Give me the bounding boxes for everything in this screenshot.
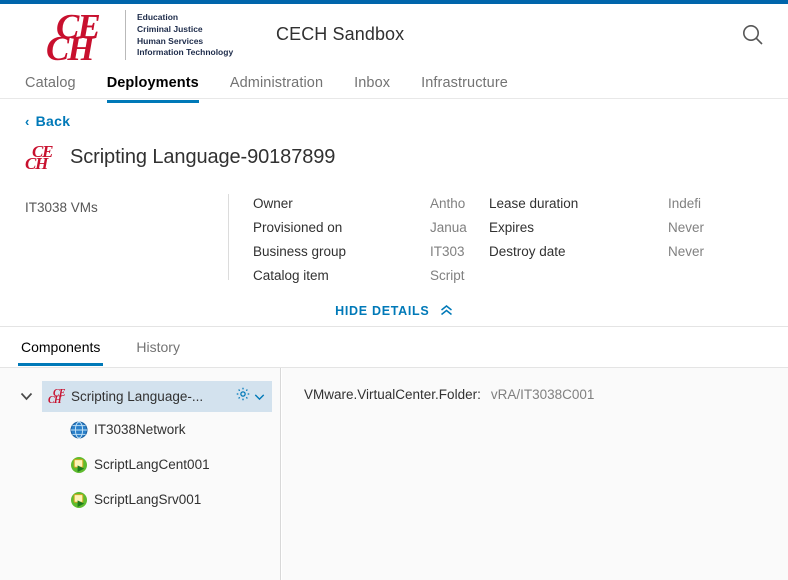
detail-label-owner: Owner xyxy=(253,196,293,211)
nav-tab-infrastructure[interactable]: Infrastructure xyxy=(421,75,508,103)
tree-node-root[interactable]: CE CH Scripting Language-... xyxy=(42,381,272,412)
details-labels-column-2: Lease duration Expires Destroy date xyxy=(489,192,667,264)
nav-tab-administration[interactable]: Administration xyxy=(230,75,323,103)
app-header: CE CH Education Criminal Justice Human S… xyxy=(0,4,788,103)
main-navigation: Catalog Deployments Administration Inbox… xyxy=(0,66,539,103)
hide-details-label: HIDE DETAILS xyxy=(335,304,430,318)
detail-value-lease-duration: Indefi xyxy=(668,196,702,211)
component-properties-pane: VMware.VirtualCenter.Folder: vRA/IT3038C… xyxy=(282,368,788,580)
components-tree: CE CH Scripting Language-... IT3038Netwo… xyxy=(0,368,280,517)
details-values-column-2: Indefi Never Never xyxy=(668,192,704,264)
application-window: CE CH Education Criminal Justice Human S… xyxy=(0,0,788,580)
back-label: Back xyxy=(35,113,71,129)
detail-label-catalog-item: Catalog item xyxy=(253,268,329,283)
title-logo-text-ch: CH xyxy=(25,154,48,173)
brand-line-4: Information Technology xyxy=(137,47,234,58)
tree-node-vm-2-label: ScriptLangSrv001 xyxy=(94,492,202,507)
search-icon xyxy=(743,25,763,45)
search-button[interactable] xyxy=(735,17,771,53)
property-value-vcenter-folder: vRA/IT3038C001 xyxy=(490,387,595,402)
detail-value-destroy-date: Never xyxy=(668,244,704,259)
details-vertical-divider xyxy=(228,194,229,280)
brand-taglines: Education Criminal Justice Human Service… xyxy=(137,11,233,58)
brand-block: CE CH Education Criminal Justice Human S… xyxy=(45,5,233,68)
tree-node-vm-1-label: ScriptLangCent001 xyxy=(94,457,210,472)
business-group-name: IT3038 VMs xyxy=(25,200,98,215)
tree-node-network-label: IT3038Network xyxy=(94,422,186,437)
detail-label-provisioned-on: Provisioned on xyxy=(253,220,343,235)
virtual-machine-icon xyxy=(70,491,88,509)
tree-node-actions xyxy=(235,386,272,407)
detail-value-catalog-item: Script xyxy=(430,268,465,283)
logo-text-ch: CH xyxy=(46,29,95,68)
detail-label-business-group: Business group xyxy=(253,244,347,259)
components-tree-pane: CE CH Scripting Language-... IT3038Netwo… xyxy=(0,368,281,580)
gear-icon[interactable] xyxy=(235,386,251,407)
detail-label-expires: Expires xyxy=(489,220,535,235)
brand-line-1: Education xyxy=(137,12,179,23)
page-title-logo: CE CH xyxy=(25,143,63,172)
brand-line-3: Human Services xyxy=(137,35,204,46)
tree-node-vm-2[interactable]: ScriptLangSrv001 xyxy=(0,482,280,517)
nav-tab-inbox[interactable]: Inbox xyxy=(354,75,390,103)
detail-value-expires: Never xyxy=(668,220,704,235)
tree-node-root-label: Scripting Language-... xyxy=(71,389,204,404)
nav-tab-catalog[interactable]: Catalog xyxy=(25,75,76,103)
detail-label-destroy-date: Destroy date xyxy=(489,244,566,259)
page-title-row: CE CH Scripting Language-90187899 xyxy=(25,143,335,172)
property-key-vcenter-folder: VMware.VirtualCenter.Folder: xyxy=(304,387,481,402)
detail-value-owner: Antho xyxy=(430,196,466,211)
detail-value-provisioned-on: Janua xyxy=(430,220,467,235)
network-globe-icon xyxy=(70,421,88,439)
brand-line-2: Criminal Justice xyxy=(137,23,203,34)
tree-expand-caret[interactable] xyxy=(0,390,42,404)
details-labels-column-1: Owner Provisioned on Business group Cata… xyxy=(253,192,433,288)
tab-components[interactable]: Components xyxy=(18,339,104,366)
node-cech-logo: CE CH xyxy=(48,388,68,406)
node-logo-text-ch: CH xyxy=(48,394,62,406)
detail-label-lease-duration: Lease duration xyxy=(489,196,579,211)
nav-tab-deployments[interactable]: Deployments xyxy=(106,75,199,103)
chevron-down-icon xyxy=(20,392,33,400)
chevron-down-icon[interactable] xyxy=(254,388,265,406)
double-chevron-up-icon xyxy=(440,304,453,318)
tree-node-network[interactable]: IT3038Network xyxy=(0,412,280,447)
brand-divider xyxy=(125,10,126,60)
details-values-column-1: Antho Janua IT303 Script xyxy=(430,192,470,288)
virtual-machine-icon xyxy=(70,456,88,474)
detail-value-business-group: IT303 xyxy=(430,244,465,259)
property-row: VMware.VirtualCenter.Folder: vRA/IT3038C… xyxy=(282,368,788,402)
tab-history[interactable]: History xyxy=(133,339,183,366)
details-section-divider xyxy=(0,326,788,327)
detail-tabs: Components History xyxy=(0,333,213,366)
tree-node-vm-1[interactable]: ScriptLangCent001 xyxy=(0,447,280,482)
page-title: Scripting Language-90187899 xyxy=(70,146,336,168)
app-title: CECH Sandbox xyxy=(276,24,405,44)
chevron-left-icon: ‹ xyxy=(25,113,30,129)
hide-details-toggle[interactable]: HIDE DETAILS xyxy=(0,302,788,320)
cech-logo: CE CH xyxy=(45,7,123,68)
back-link[interactable]: ‹ Back xyxy=(25,113,70,129)
